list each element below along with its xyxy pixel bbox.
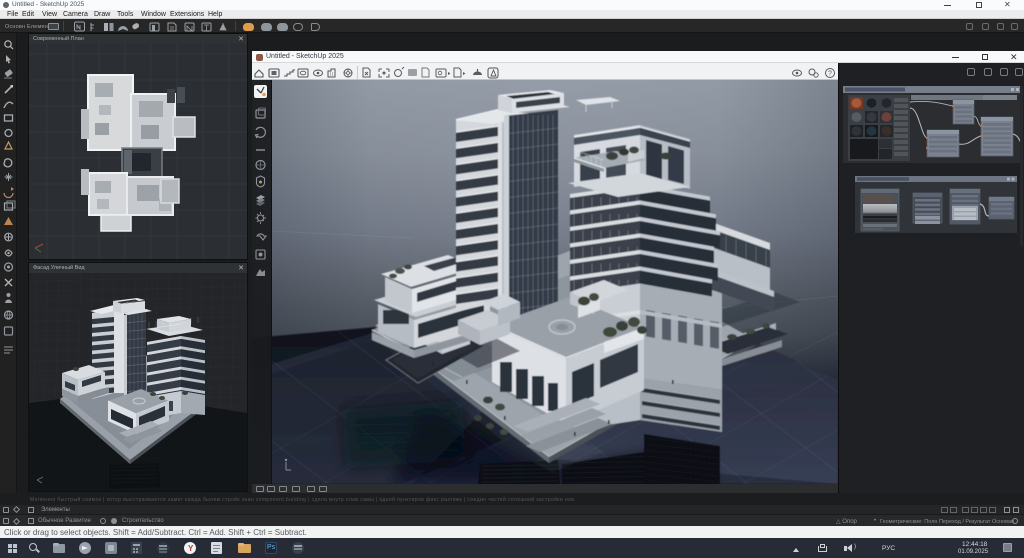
svg-text:?: ? <box>828 71 832 78</box>
